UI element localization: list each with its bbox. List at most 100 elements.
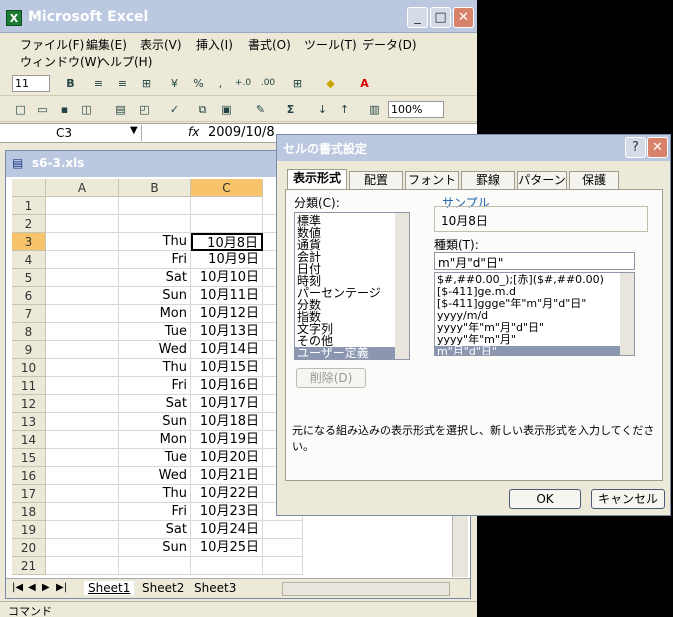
cell-c[interactable]: 10月15日 [191, 359, 263, 377]
cell-a[interactable] [46, 215, 119, 233]
row-header[interactable]: 16 [12, 467, 46, 485]
menu-tools[interactable]: ツール(T) [304, 36, 357, 53]
cell-b[interactable]: Sun [119, 539, 191, 557]
restore-button[interactable]: □ [430, 7, 451, 28]
type-input[interactable]: m"月"d"日" [434, 252, 635, 270]
cell-b[interactable]: Sun [119, 413, 191, 431]
comma-button[interactable]: , [212, 75, 229, 92]
tab-border[interactable]: 罫線 [461, 171, 515, 190]
cell-c[interactable] [191, 215, 263, 233]
active-cell[interactable]: 10月8日 [191, 233, 263, 251]
cell-a[interactable] [46, 395, 119, 413]
sheet-tab-sheet2[interactable]: Sheet2 [138, 581, 188, 595]
cell-d[interactable] [263, 521, 303, 539]
sort-descending-icon[interactable]: ↑ [336, 101, 353, 118]
cell-a[interactable] [46, 539, 119, 557]
currency-icon[interactable]: ¥ [166, 75, 183, 92]
sheet-tab-sheet1[interactable]: Sheet1 [84, 581, 135, 595]
row-header[interactable]: 17 [12, 485, 46, 503]
tab-protection[interactable]: 保護 [569, 171, 619, 190]
print-preview-icon[interactable]: ◰ [136, 101, 153, 118]
cell-c[interactable]: 10月14日 [191, 341, 263, 359]
column-header-a[interactable]: A [46, 179, 119, 197]
cell-d[interactable] [263, 539, 303, 557]
sheet-tab-sheet3[interactable]: Sheet3 [190, 581, 240, 595]
delete-button[interactable]: 削除(D) [296, 368, 366, 388]
cell-b[interactable]: Wed [119, 467, 191, 485]
cell-b[interactable]: Thu [119, 359, 191, 377]
cell-c[interactable]: 10月23日 [191, 503, 263, 521]
column-header-b[interactable]: B [119, 179, 191, 197]
decrease-decimal-button[interactable]: .00 [257, 75, 279, 92]
vertical-scrollbar[interactable] [452, 511, 468, 577]
cell-c[interactable]: 10月12日 [191, 305, 263, 323]
cell-c[interactable]: 10月19日 [191, 431, 263, 449]
horizontal-scrollbar[interactable] [282, 582, 450, 596]
menu-file[interactable]: ファイル(F) [20, 36, 84, 53]
row-header[interactable]: 7 [12, 305, 46, 323]
row-header[interactable]: 10 [12, 359, 46, 377]
row-header[interactable]: 5 [12, 269, 46, 287]
bold-button[interactable]: B [62, 75, 79, 92]
cell-c[interactable] [191, 197, 263, 215]
cell-c[interactable]: 10月17日 [191, 395, 263, 413]
fill-color-icon[interactable]: ◆ [322, 75, 339, 92]
align-left-icon[interactable]: ≡ [90, 75, 107, 92]
cell-a[interactable] [46, 467, 119, 485]
cell-b[interactable]: Thu [119, 233, 191, 251]
menu-edit[interactable]: 編集(E) [86, 36, 127, 53]
cell-c[interactable] [191, 557, 263, 575]
tab-alignment[interactable]: 配置 [349, 171, 403, 190]
menu-data[interactable]: データ(D) [362, 36, 417, 53]
cell-a[interactable] [46, 485, 119, 503]
cell-b[interactable]: Sun [119, 287, 191, 305]
cell-a[interactable] [46, 287, 119, 305]
cell-a[interactable] [46, 431, 119, 449]
tab-patterns[interactable]: パターン [517, 171, 567, 190]
type-list[interactable]: $#,##0.00_);[赤]($#,##0.00) [$-411]ge.m.d[… [434, 272, 635, 356]
row-header[interactable]: 21 [12, 557, 46, 575]
merge-center-icon[interactable]: ⊞ [138, 75, 155, 92]
cell-b[interactable]: Tue [119, 323, 191, 341]
cell-a[interactable] [46, 449, 119, 467]
cell-a[interactable] [46, 503, 119, 521]
name-box[interactable]: C3 [4, 125, 142, 141]
row-header[interactable]: 11 [12, 377, 46, 395]
row-header[interactable]: 19 [12, 521, 46, 539]
format-painter-icon[interactable]: ✎ [252, 101, 269, 118]
cell-c[interactable]: 10月22日 [191, 485, 263, 503]
cell-a[interactable] [46, 521, 119, 539]
row-header[interactable]: 20 [12, 539, 46, 557]
next-sheet-button[interactable]: ▶ [42, 582, 50, 593]
cell-b[interactable] [119, 215, 191, 233]
row-header[interactable]: 3 [12, 233, 46, 251]
cell-b[interactable]: Sat [119, 269, 191, 287]
cell-c[interactable]: 10月18日 [191, 413, 263, 431]
autosum-button[interactable]: Σ [282, 101, 299, 118]
open-icon[interactable]: ▭ [34, 101, 51, 118]
first-sheet-button[interactable]: |◀ [12, 582, 23, 593]
excel-title-bar[interactable]: X Microsoft Excel _ □ ✕ [0, 0, 477, 33]
category-list[interactable]: 標準 数値 通貨 会計 日付 時刻 パーセンテージ 分数 指数 文字列 その他 ユーザー定義 [294, 212, 410, 360]
cell-b[interactable]: Tue [119, 449, 191, 467]
cell-b[interactable]: Thu [119, 485, 191, 503]
cell-c[interactable]: 10月20日 [191, 449, 263, 467]
cell-b[interactable] [119, 557, 191, 575]
menu-insert[interactable]: 挿入(I) [196, 36, 233, 53]
cell-a[interactable] [46, 323, 119, 341]
cell-a[interactable] [46, 341, 119, 359]
font-size-box[interactable]: 11 [12, 75, 50, 92]
cell-b[interactable]: Mon [119, 305, 191, 323]
cell-c[interactable]: 10月24日 [191, 521, 263, 539]
row-header[interactable]: 15 [12, 449, 46, 467]
type-scrollbar[interactable] [620, 273, 634, 355]
type-item[interactable]: m"月"d"日" [435, 346, 634, 355]
cell-a[interactable] [46, 197, 119, 215]
save-icon[interactable]: ▪ [56, 101, 73, 118]
align-center-icon[interactable]: ≡ [114, 75, 131, 92]
close-button[interactable]: ✕ [453, 7, 474, 28]
percent-button[interactable]: % [190, 75, 207, 92]
cell-b[interactable]: Fri [119, 251, 191, 269]
formula-value[interactable]: 2009/10/8 [208, 125, 275, 140]
row-header[interactable]: 12 [12, 395, 46, 413]
